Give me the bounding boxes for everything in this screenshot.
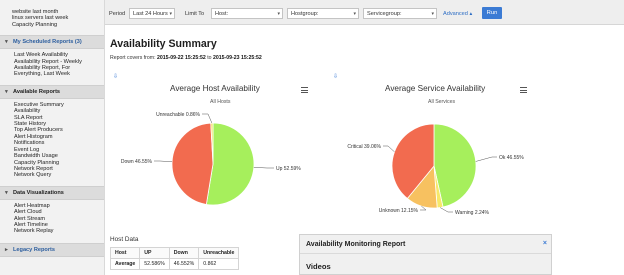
report-toolbar: Period Last 24 Hours ▾ Limit To Host: ▾ … xyxy=(105,0,624,25)
chevron-down-icon: ▾ xyxy=(169,11,172,17)
available-reports-section: ▾ Available Reports Executive Summary Ava… xyxy=(0,84,104,183)
table-cell: 0.862 xyxy=(198,258,240,270)
download-icon[interactable]: ⇩ xyxy=(333,73,338,80)
sidebar-item-network-replay[interactable]: Network Replay xyxy=(14,228,104,234)
pie-label-connector xyxy=(440,207,453,213)
host-select-value: Host: xyxy=(215,11,229,17)
run-button[interactable]: Run xyxy=(482,7,502,19)
report-range: Report covers from: 2015-09-22 15:25:52 … xyxy=(110,55,262,61)
chevron-down-icon: ▾ xyxy=(5,189,8,196)
chevron-down-icon: ▾ xyxy=(277,11,280,17)
pie-slice-up[interactable] xyxy=(205,122,255,206)
recent-reports-list: website last month linux servers last we… xyxy=(0,0,104,28)
popup-title: Availability Monitoring Report xyxy=(306,241,406,248)
data-visualizations-header[interactable]: ▾ Data Visualizations xyxy=(0,185,104,200)
scheduled-reports-header-label: My Scheduled Reports (3) xyxy=(13,39,82,46)
host-select[interactable]: Host: ▾ xyxy=(211,8,283,19)
pie-label-connector xyxy=(383,145,395,153)
chevron-down-icon: ▾ xyxy=(353,11,356,17)
available-reports-header-label: Available Reports xyxy=(13,88,61,95)
host-availability-pie-chart: Up 52.59% Down 46.55% Unreachable 0.86% xyxy=(121,112,301,206)
pie-data-label: Unreachable 0.86% xyxy=(156,112,200,118)
service-availability-pie-chart: Ok 46.55% Warning 2.24% Unknown 12.15% Crit… xyxy=(347,123,524,216)
advanced-options-link[interactable]: Advanced ▴ xyxy=(443,11,472,17)
column-header: UP xyxy=(139,247,170,259)
data-visualizations-header-label: Data Visualizations xyxy=(13,189,64,196)
table-header-row: Host UP Down Unreachable xyxy=(109,247,240,259)
chevron-down-icon: ▾ xyxy=(431,11,434,17)
pie-label-connector xyxy=(253,167,274,169)
table-cell: 52.586% xyxy=(139,258,170,270)
servicegroup-select-value: Servicegroup: xyxy=(367,11,402,17)
legacy-reports-header-label: Legacy Reports xyxy=(13,246,55,253)
column-header: Unreachable xyxy=(198,247,240,259)
pie-label-connector xyxy=(154,160,173,163)
data-visualizations-section: ▾ Data Visualizations Alert Heatmap Alert… xyxy=(0,185,104,239)
availability-monitoring-popup: Availability Monitoring Report × Videos xyxy=(299,234,552,275)
chart-menu-icon[interactable] xyxy=(520,87,527,95)
pie-data-label: Down 46.55% xyxy=(121,159,153,165)
pie-data-label: Up 52.59% xyxy=(276,166,301,172)
column-header: Host xyxy=(109,247,141,259)
pie-label-connector xyxy=(475,156,497,162)
pie-data-label: Unknown 12.15% xyxy=(379,208,419,214)
hostgroup-select-value: Hostgroup: xyxy=(291,11,319,17)
pie-data-label: Ok 46.55% xyxy=(499,155,524,161)
table-cell: Average xyxy=(109,258,141,270)
chevron-right-icon: ▸ xyxy=(5,246,8,253)
host-data-table: Host UP Down Unreachable Average 52.586%… xyxy=(109,247,240,270)
hostgroup-select[interactable]: Hostgroup: ▾ xyxy=(287,8,359,19)
sidebar-item-network-query[interactable]: Network Query xyxy=(14,172,104,178)
pie-data-label: Critical 39.06% xyxy=(347,144,381,150)
advanced-options-label: Advanced xyxy=(443,11,468,17)
limit-to-label: Limit To xyxy=(185,11,205,17)
chevron-up-icon: ▴ xyxy=(469,11,473,17)
report-range-end: 2015-09-23 15:25:52 xyxy=(213,55,262,61)
sidebar: website last month linux servers last we… xyxy=(0,0,105,275)
table-row: Average 52.586% 46.552% 0.862 xyxy=(109,258,240,270)
download-icon[interactable]: ⇩ xyxy=(113,73,118,80)
pie-label-connector xyxy=(202,113,213,124)
chart-menu-icon[interactable] xyxy=(301,87,308,95)
available-reports-list: Executive Summary Availability SLA Repor… xyxy=(0,99,104,183)
period-label: Period xyxy=(109,11,126,17)
recent-report-link[interactable]: Capacity Planning xyxy=(12,22,104,28)
close-icon[interactable]: × xyxy=(543,240,547,247)
scheduled-reports-list: Last Week Availability Availability Repo… xyxy=(0,49,104,82)
report-range-start: 2015-09-22 15:25:52 xyxy=(157,55,206,61)
service-chart-title: Average Service Availability xyxy=(385,84,486,93)
period-select-value: Last 24 Hours xyxy=(133,11,168,17)
scheduled-reports-header[interactable]: ▾ My Scheduled Reports (3) xyxy=(0,35,104,50)
chevron-down-icon: ▾ xyxy=(5,88,8,95)
page-title: Availability Summary xyxy=(110,38,217,50)
popup-divider xyxy=(300,253,551,254)
available-reports-header[interactable]: ▾ Available Reports xyxy=(0,84,104,99)
report-range-to: to xyxy=(207,55,212,61)
report-range-prefix: Report covers from: xyxy=(110,55,156,61)
pie-data-label: Warning 2.24% xyxy=(455,210,490,216)
popup-videos-heading: Videos xyxy=(306,262,331,271)
host-chart-title: Average Host Availability xyxy=(170,84,260,93)
legacy-reports-section: ▸ Legacy Reports xyxy=(0,242,104,257)
table-cell: 46.552% xyxy=(168,258,200,270)
pie-slice-down[interactable] xyxy=(171,122,214,205)
legacy-reports-header[interactable]: ▸ Legacy Reports xyxy=(0,242,104,257)
servicegroup-select[interactable]: Servicegroup: ▾ xyxy=(363,8,437,19)
data-visualizations-list: Alert Heatmap Alert Cloud Alert Stream A… xyxy=(0,200,104,239)
host-data-title: Host Data xyxy=(110,236,139,243)
scheduled-reports-section: ▾ My Scheduled Reports (3) Last Week Avai… xyxy=(0,35,104,82)
scheduled-report-link[interactable]: Everything, Last Week xyxy=(14,71,104,77)
column-header: Down xyxy=(168,247,200,259)
period-select[interactable]: Last 24 Hours ▾ xyxy=(129,8,175,19)
chevron-down-icon: ▾ xyxy=(5,39,8,46)
